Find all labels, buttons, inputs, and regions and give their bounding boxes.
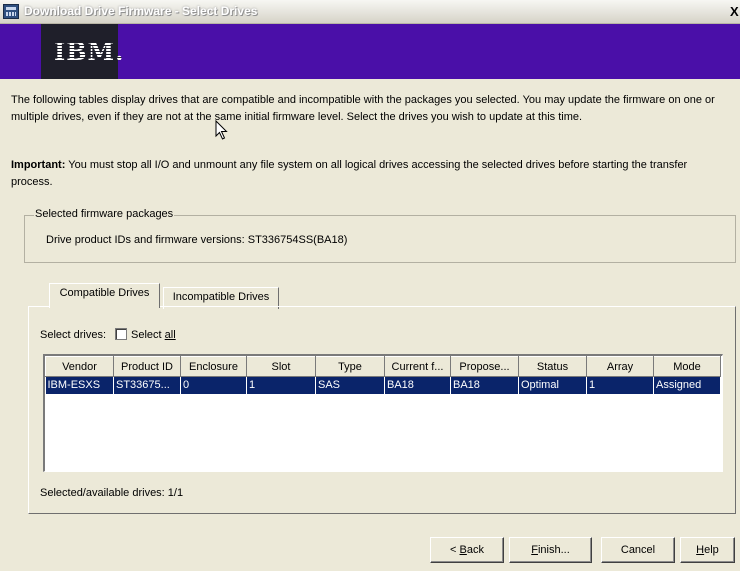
cell-enclosure: 0 [180, 376, 247, 394]
firmware-versions-label: Drive product IDs and firmware versions: [46, 234, 245, 246]
description-text: The following tables display drives that… [11, 94, 715, 123]
ibm-banner: IBM. [0, 24, 740, 79]
column-header-enclosure[interactable]: Enclosure [180, 356, 247, 377]
select-drives-label: Select drives: [40, 329, 107, 341]
select-all-label[interactable]: Select all [131, 329, 176, 341]
select-all-checkbox[interactable] [115, 328, 128, 340]
selected-drives-value: 1/1 [164, 487, 184, 499]
column-header-array[interactable]: Array [586, 356, 654, 377]
table-header-row: Vendor Product ID Enclosure Slot Type Cu… [45, 356, 721, 377]
column-header-type[interactable]: Type [315, 356, 385, 377]
cell-type: SAS [315, 376, 385, 394]
cell-vendor: IBM-ESXS [45, 376, 114, 394]
column-header-mode[interactable]: Mode [653, 356, 721, 377]
cell-product-id: ST33675... [113, 376, 181, 394]
cancel-button[interactable]: Cancel [601, 537, 675, 563]
firmware-packages-group: Selected firmware packages Drive product… [24, 208, 736, 263]
important-text: You must stop all I/O and unmount any fi… [11, 159, 688, 188]
title-bar[interactable]: Download Drive Firmware - Select Drives … [0, 0, 740, 24]
help-button[interactable]: Help [680, 537, 735, 563]
ibm-logo-text: IBM. [54, 37, 125, 66]
important-label: Important: [11, 159, 66, 171]
window-title: Download Drive Firmware - Select Drives [24, 4, 258, 18]
compatible-drives-panel: Select drives: Select all Vendor Product … [28, 306, 736, 514]
table-row[interactable]: IBM-ESXS ST33675... 0 1 SAS BA18 BA18 Op… [45, 376, 721, 394]
finish-button[interactable]: Finish... [509, 537, 592, 563]
ibm-logo: IBM. [41, 24, 123, 79]
cell-slot: 1 [246, 376, 316, 394]
firmware-group-legend: Selected firmware packages [34, 208, 175, 220]
column-header-vendor[interactable]: Vendor [45, 356, 114, 377]
selected-drives-label: Selected/available drives: [40, 487, 165, 499]
mouse-pointer-icon [215, 120, 228, 140]
select-drives-row: Select drives: Select all [40, 328, 176, 341]
close-icon[interactable]: X [730, 3, 740, 21]
cell-status: Optimal [518, 376, 587, 394]
column-header-slot[interactable]: Slot [246, 356, 316, 377]
column-header-current-firmware[interactable]: Current f... [384, 356, 451, 377]
drives-table[interactable]: Vendor Product ID Enclosure Slot Type Cu… [43, 354, 723, 472]
cell-proposed-firmware: BA18 [450, 376, 519, 394]
firmware-versions-value: ST336754SS(BA18) [244, 234, 348, 246]
column-header-product-id[interactable]: Product ID [113, 356, 181, 377]
app-icon [3, 4, 19, 19]
cell-mode: Assigned [653, 376, 721, 394]
column-header-proposed-firmware[interactable]: Propose... [450, 356, 519, 377]
selected-drives-count: Selected/available drives: 1/1 [40, 487, 183, 499]
download-firmware-window: Download Drive Firmware - Select Drives … [0, 0, 740, 571]
firmware-versions-text: Drive product IDs and firmware versions:… [46, 234, 347, 246]
cell-current-firmware: BA18 [384, 376, 451, 394]
cell-array: 1 [586, 376, 654, 394]
back-button[interactable]: < Back [430, 537, 504, 563]
column-header-status[interactable]: Status [518, 356, 587, 377]
important-note: Important: You must stop all I/O and unm… [11, 157, 729, 190]
tab-compatible-drives[interactable]: Compatible Drives [49, 283, 160, 308]
